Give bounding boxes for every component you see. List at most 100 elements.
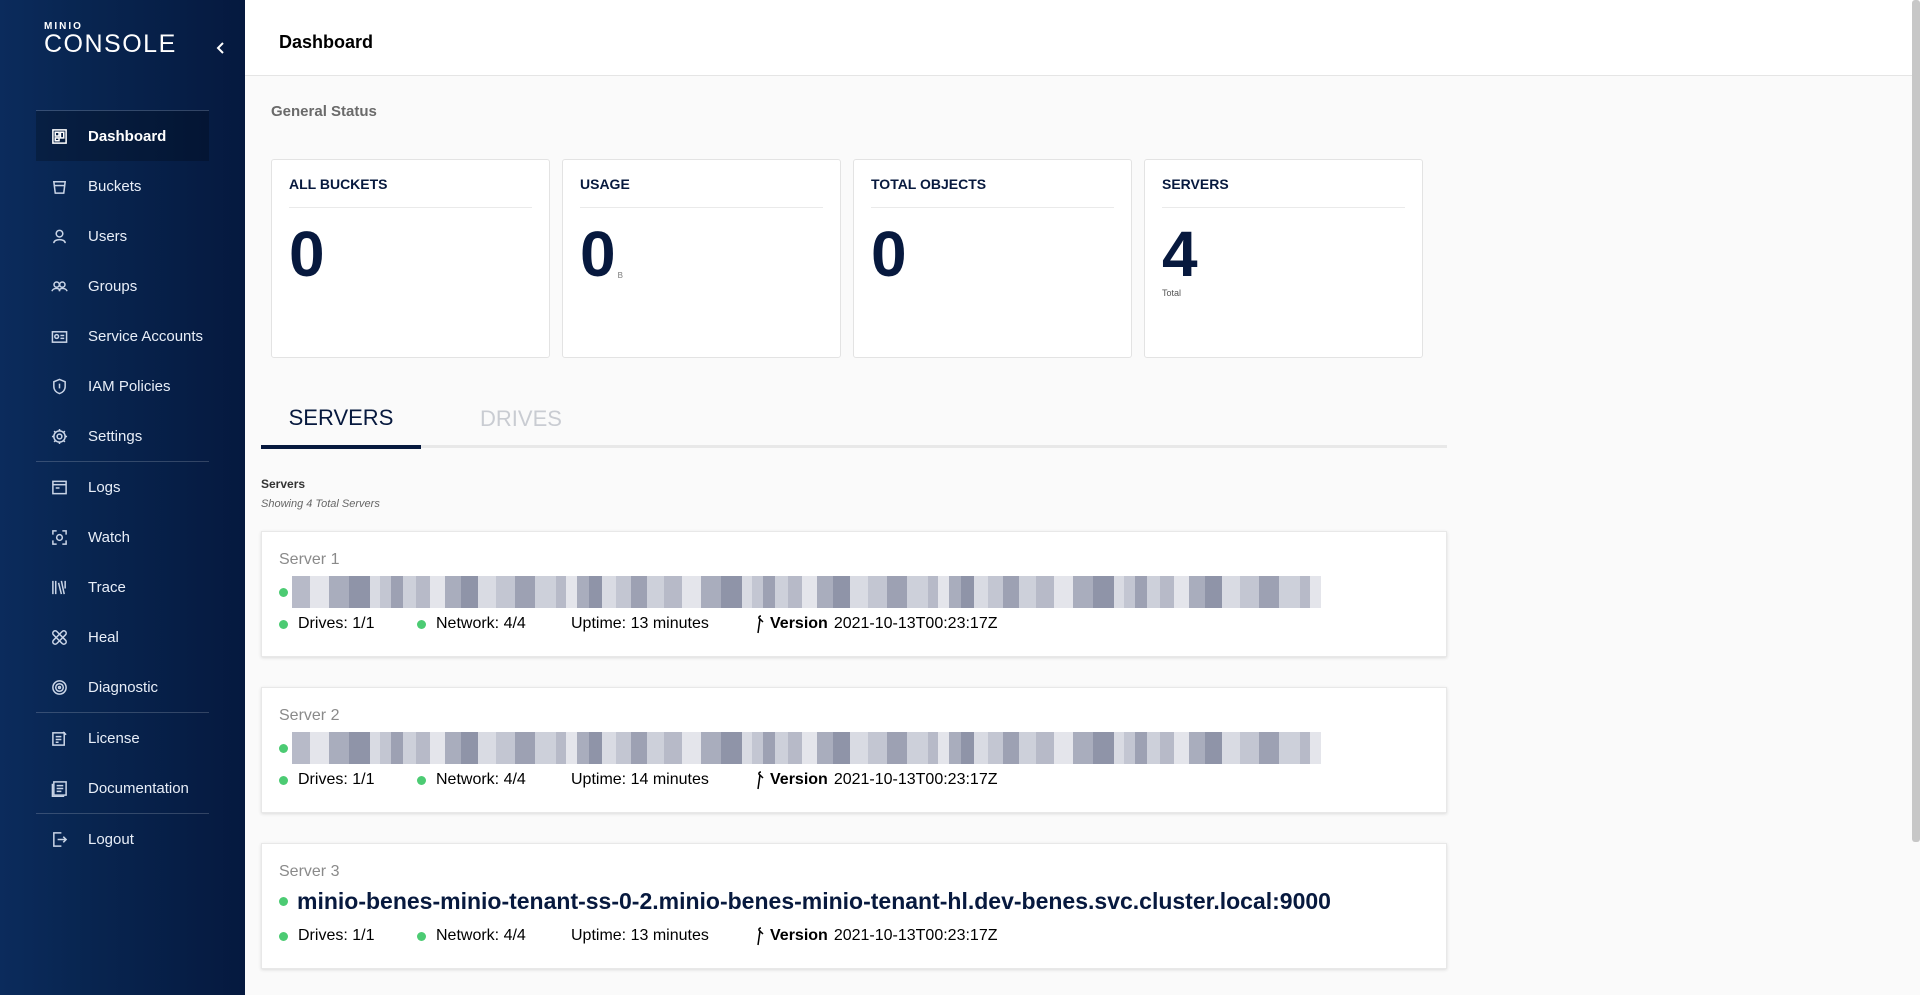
redaction-block [430, 576, 445, 608]
redaction-block [664, 732, 682, 764]
redaction-block [1174, 732, 1189, 764]
status-dot [279, 619, 288, 629]
sidebar-item-trace[interactable]: Trace [36, 562, 209, 612]
sidebar-item-groups[interactable]: Groups [36, 261, 209, 311]
card-sublabel: Total [1162, 288, 1182, 298]
card-value: 0 [580, 218, 616, 290]
redaction-block [496, 576, 515, 608]
sidebar-item-label: Service Accounts [88, 327, 204, 345]
redaction-block [577, 732, 589, 764]
tab-drives[interactable]: DRIVES [441, 390, 601, 448]
sidebar-item-label: Groups [88, 277, 138, 295]
redaction-block [1054, 576, 1073, 608]
scrollbar[interactable] [1912, 0, 1920, 842]
redaction-block [752, 732, 763, 764]
redaction-block [1300, 732, 1310, 764]
redaction-block [949, 576, 961, 608]
gear-icon [50, 427, 68, 445]
redaction-block [1124, 576, 1135, 608]
tab-servers[interactable]: SERVERS [261, 390, 421, 449]
redaction-block [577, 576, 589, 608]
usage-card: USAGE 0B [562, 159, 841, 358]
watch-icon [50, 528, 68, 546]
total-objects-card: TOTAL OBJECTS 0 [853, 159, 1132, 358]
sidebar-item-label: Settings [88, 427, 143, 445]
redaction-block [1240, 576, 1259, 608]
shield-icon [50, 377, 68, 395]
redaction-block [391, 576, 403, 608]
redaction-block [349, 732, 370, 764]
server-endpoint-text: minio-benes-minio-tenant-ss-0-2.minio-be… [297, 888, 1331, 914]
redaction-block [721, 576, 742, 608]
redaction-block [1300, 576, 1310, 608]
redaction-block [566, 576, 577, 608]
sidebar-item-iam-policies[interactable]: IAM Policies [36, 361, 209, 411]
redaction-block [496, 732, 515, 764]
status-dot [417, 931, 426, 941]
redaction-block [461, 732, 478, 764]
redaction-block [403, 732, 416, 764]
redaction-block [833, 576, 850, 608]
sidebar-item-documentation[interactable]: Documentation [36, 763, 209, 813]
sidebar-item-label: Users [88, 227, 128, 245]
chevron-left-icon[interactable] [210, 36, 230, 60]
redaction-block [887, 576, 907, 608]
sidebar-item-logs[interactable]: Logs [36, 462, 209, 512]
documentation-icon [50, 779, 68, 797]
redaction-block [1135, 732, 1147, 764]
network-status: Network: 4/4 [436, 615, 526, 632]
sidebar-item-label: Documentation [88, 779, 189, 797]
version-value: 2021-10-13T00:23:17Z [833, 927, 998, 944]
redaction-block [329, 576, 349, 608]
redaction-block [1147, 732, 1160, 764]
redaction-block [961, 576, 974, 608]
server-card: Server 2 Drives: 1/1 Network: 4/4 Uptime… [261, 687, 1447, 813]
redaction-block [907, 576, 928, 608]
redaction-block [535, 576, 556, 608]
redaction-block [478, 576, 496, 608]
sidebar-item-watch[interactable]: Watch [36, 512, 209, 562]
servers-list-subtitle: Showing 4 Total Servers [261, 498, 380, 510]
user-icon [50, 227, 68, 245]
sidebar-item-service-accounts[interactable]: Service Accounts [36, 311, 209, 361]
sidebar-item-settings[interactable]: Settings [36, 411, 209, 461]
license-icon [50, 729, 68, 747]
sidebar-item-label: Diagnostic [88, 678, 159, 696]
redaction-block [292, 576, 310, 608]
server-stats: Drives: 1/1 Network: 4/4 Uptime: 13 minu… [279, 926, 997, 946]
redaction-block [1205, 576, 1222, 608]
redacted-endpoint [292, 576, 1328, 608]
sidebar-item-license[interactable]: License [36, 713, 209, 763]
redaction-block [938, 732, 949, 764]
sidebar-item-logout[interactable]: Logout [36, 814, 209, 864]
uptime-status: Uptime: 13 minutes [571, 615, 709, 632]
redaction-block [616, 576, 631, 608]
redaction-block [292, 732, 310, 764]
redaction-block [701, 732, 721, 764]
redaction-block [1093, 576, 1114, 608]
card-value: 0 [289, 218, 325, 290]
redaction-block [1222, 732, 1240, 764]
sidebar-item-users[interactable]: Users [36, 211, 209, 261]
redaction-block [817, 576, 833, 608]
redaction-block [445, 732, 461, 764]
general-status-label: General Status [271, 103, 377, 120]
redaction-block [949, 732, 961, 764]
sidebar-item-dashboard[interactable]: Dashboard [36, 111, 209, 161]
redaction-block [602, 576, 616, 608]
status-dot [417, 619, 426, 629]
redaction-block [928, 576, 938, 608]
sidebar-item-diagnostic[interactable]: Diagnostic [36, 662, 209, 712]
redaction-block [763, 732, 775, 764]
status-dot [279, 775, 288, 785]
redaction-block [682, 732, 701, 764]
redaction-block [1189, 732, 1205, 764]
servers-list-title: Servers [261, 477, 306, 491]
sidebar-item-label: Watch [88, 528, 130, 546]
redaction-block [310, 732, 329, 764]
redaction-block [445, 576, 461, 608]
sidebar-item-buckets[interactable]: Buckets [36, 161, 209, 211]
sidebar-item-heal[interactable]: Heal [36, 612, 209, 662]
redaction-block [1093, 732, 1114, 764]
page-title: Dashboard [279, 32, 374, 52]
